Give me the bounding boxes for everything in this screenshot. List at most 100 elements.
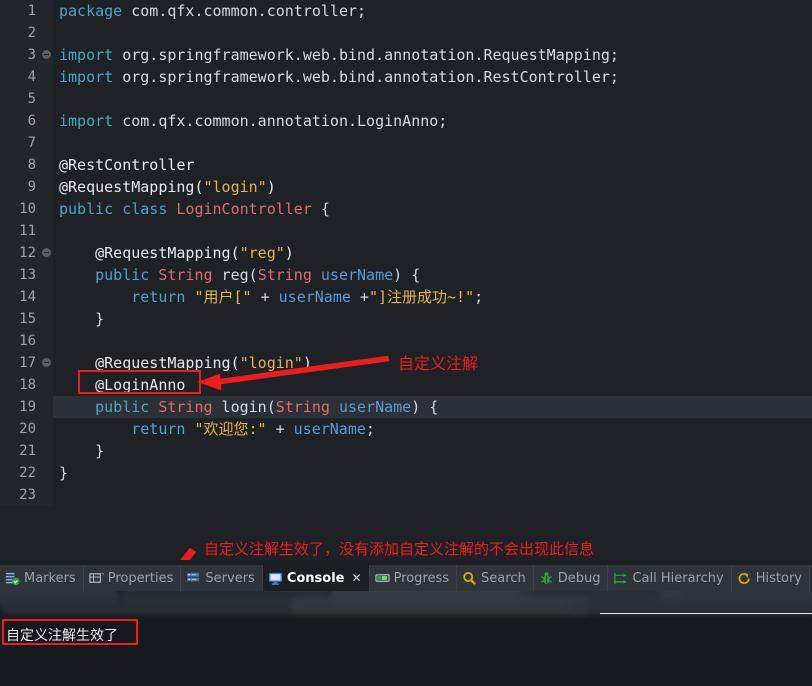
view-tab-properties[interactable]: ¬Properties [84, 565, 182, 591]
line-number: 20 [0, 418, 40, 440]
line-number: 12 [0, 242, 40, 264]
token-type: String [275, 398, 330, 416]
code-line[interactable]: 23 [0, 484, 812, 506]
fold-spacer [40, 462, 53, 484]
token-plain: ) { [393, 266, 421, 284]
token-str: "reg" [239, 244, 285, 262]
code-line[interactable]: 11 [0, 220, 812, 242]
token-plain: ) { [411, 398, 439, 416]
line-number: 18 [0, 374, 40, 396]
token-ident: userName [320, 266, 394, 284]
line-number: 1 [0, 0, 40, 22]
code-line[interactable]: 7 [0, 132, 812, 154]
code-line[interactable]: 8 @RestController [0, 154, 812, 176]
code-line[interactable]: 1 package com.qfx.common.controller; [0, 0, 812, 22]
code-line[interactable]: 4 import org.springframework.web.bind.ann… [0, 66, 812, 88]
redacted-output-smear [0, 599, 300, 615]
fold-collapse-icon[interactable] [40, 44, 53, 66]
fold-spacer [40, 0, 53, 22]
code-line[interactable]: 22} [0, 462, 812, 484]
fold-collapse-icon[interactable] [40, 242, 53, 264]
view-tab-label: Progress [393, 570, 450, 586]
fold-spacer [40, 264, 53, 286]
bottom-panel: Markers ¬Properties Servers Console ✕ Progres… [0, 560, 812, 686]
view-tab-search[interactable]: Search [457, 565, 534, 591]
token-kw: import [59, 112, 114, 130]
code-line[interactable]: 5 [0, 88, 812, 110]
code-text: @RequestMapping("login") [53, 176, 812, 198]
view-tab-progress[interactable]: Progress [370, 565, 458, 591]
token-kw: class [122, 200, 168, 218]
line-number: 6 [0, 110, 40, 132]
code-line[interactable]: 18 @LoginAnno [0, 374, 812, 396]
code-line[interactable]: 2 [0, 22, 812, 44]
code-line[interactable]: 12 @RequestMapping("reg") [0, 242, 812, 264]
code-line[interactable]: 9 @RequestMapping("login") [0, 176, 812, 198]
fold-spacer [40, 88, 53, 110]
code-line[interactable]: 16 [0, 330, 812, 352]
view-tab-label: History [755, 570, 802, 586]
history-icon [737, 571, 752, 586]
token-kw: return [131, 288, 186, 306]
token-anno: @LoginAnno [95, 376, 186, 394]
code-line[interactable]: 20 return "欢迎您:" + userName; [0, 418, 812, 440]
code-text: } [53, 440, 812, 462]
line-number: 5 [0, 88, 40, 110]
code-line[interactable]: 10 public class LoginController { [0, 198, 812, 220]
view-tab-servers[interactable]: Servers [181, 565, 263, 591]
token-anno: ) [284, 244, 294, 262]
view-tab-bar[interactable]: Markers ¬Properties Servers Console ✕ Progres… [0, 565, 812, 591]
token-ident: userName [338, 398, 412, 416]
progress-icon [374, 571, 390, 586]
line-number: 8 [0, 154, 40, 176]
console-view[interactable]: 自定义注解生效了 [0, 591, 812, 686]
token-kw: public [59, 200, 114, 218]
view-tab-call-hierarchy[interactable]: Call Hierarchy [608, 565, 732, 591]
fold-spacer [40, 176, 53, 198]
token-type: String [257, 266, 312, 284]
code-line[interactable]: 21 } [0, 440, 812, 462]
view-tab-debug[interactable]: Debug [534, 565, 609, 591]
token-str: "欢迎您:" [194, 420, 267, 438]
code-text: @RequestMapping("reg") [53, 242, 812, 264]
fold-spacer [40, 330, 53, 352]
line-number: 9 [0, 176, 40, 198]
code-line[interactable]: 19 public String login(String userName) … [0, 396, 812, 418]
debug-icon [539, 571, 554, 586]
code-line[interactable]: 15 } [0, 308, 812, 330]
token-str: "用户[" [194, 288, 252, 306]
token-anno: @RequestMapping( [95, 244, 240, 262]
code-editor[interactable]: 1 package com.qfx.common.controller; 2 3 imp… [0, 0, 812, 560]
view-tab-history[interactable]: History [732, 565, 810, 591]
close-icon[interactable]: ✕ [352, 571, 362, 585]
code-text: @RestController [53, 154, 812, 176]
view-tab-console[interactable]: Console ✕ [262, 565, 370, 591]
fold-spacer [40, 308, 53, 330]
fold-collapse-icon[interactable] [40, 352, 53, 374]
code-line[interactable]: 13 public String reg(String userName) { [0, 264, 812, 286]
code-line[interactable]: 6 import com.qfx.common.annotation.LoginA… [0, 110, 812, 132]
console-divider-rule [600, 613, 812, 614]
code-line[interactable]: 3 import org.springframework.web.bind.ann… [0, 44, 812, 66]
code-line[interactable]: 14 return "用户[" + userName +"]注册成功~!"; [0, 286, 812, 308]
fold-spacer [40, 440, 53, 462]
console-output-line: 自定义注解生效了 [6, 628, 118, 644]
line-number: 23 [0, 484, 40, 506]
line-number: 13 [0, 264, 40, 286]
redacted-output-smear [290, 597, 590, 615]
token-plain: org.springframework.web.bind.annotation.… [113, 46, 619, 64]
code-text: } [53, 308, 812, 330]
line-number: 3 [0, 44, 40, 66]
token-type: String [158, 398, 213, 416]
view-tab-markers[interactable]: Markers [0, 565, 84, 591]
